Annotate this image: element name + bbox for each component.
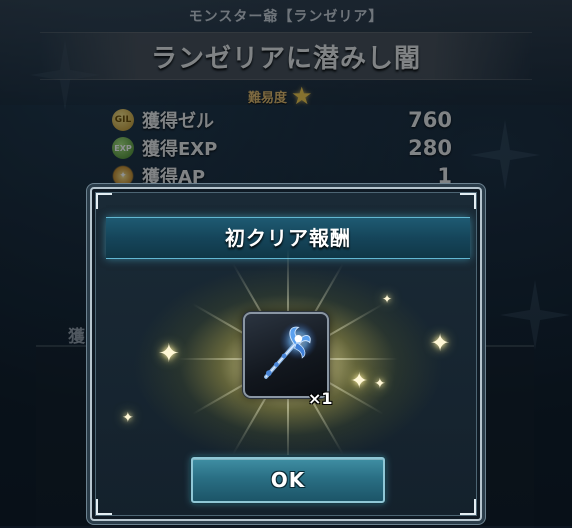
ok-button[interactable]: OK [191, 457, 385, 503]
sparkle-icon: ✦ [430, 329, 451, 357]
dialog-corner [460, 499, 476, 515]
ok-button-label: OK [270, 468, 306, 492]
item-quantity: ×1 [308, 389, 333, 408]
first-clear-reward-dialog: 初クリア報酬 ✦ ✦ ✦ ✦ ✦ ✦ ×1 OK [90, 187, 482, 521]
reward-item-slot[interactable] [243, 312, 329, 398]
sparkle-icon: ✦ [350, 369, 369, 394]
staff-weapon-icon [264, 321, 318, 379]
dialog-corner [460, 193, 476, 209]
dialog-title: 初クリア報酬 [225, 226, 351, 250]
sparkle-icon: ✦ [374, 376, 386, 392]
dialog-corner [96, 499, 112, 515]
dialog-corner [96, 193, 112, 209]
sparkle-icon: ✦ [158, 339, 180, 369]
sparkle-icon: ✦ [382, 292, 393, 306]
sparkle-icon: ✦ [122, 410, 134, 426]
